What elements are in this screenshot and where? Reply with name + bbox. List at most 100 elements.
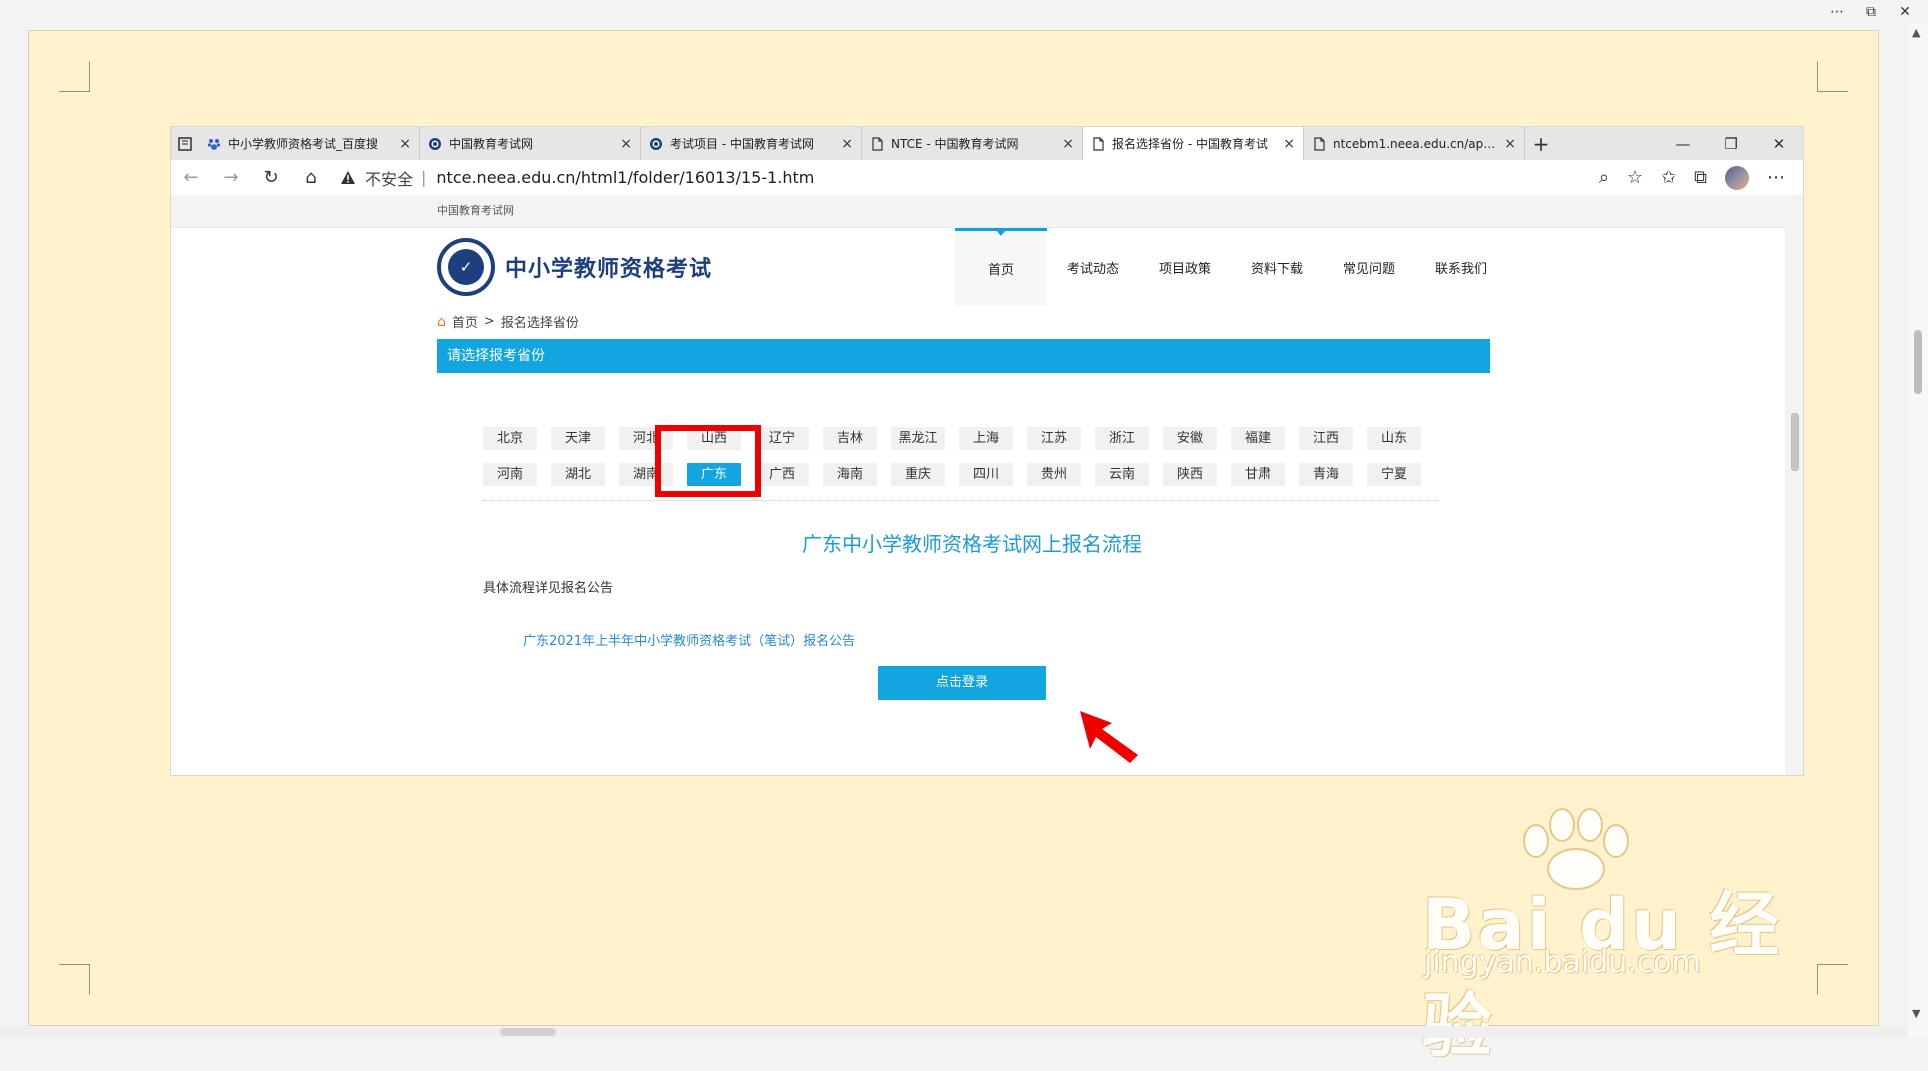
corner-mark-bottom-right: [1817, 964, 1848, 995]
tab-close-icon[interactable]: ×: [399, 136, 411, 152]
home-icon[interactable]: ⌂: [291, 160, 331, 195]
tab-close-icon[interactable]: ×: [841, 136, 853, 152]
highlight-box: [655, 425, 761, 497]
watermark-sub: jingyan.baidu.com: [1424, 945, 1701, 980]
announcement-link[interactable]: 广东2021年上半年中小学教师资格考试（笔试）报名公告: [523, 630, 1593, 649]
page-icon: [870, 136, 884, 151]
province-button[interactable]: 上海: [959, 427, 1013, 450]
province-button[interactable]: 江苏: [1027, 427, 1081, 450]
nav-faq[interactable]: 常见问题: [1323, 228, 1415, 306]
process-title: 广东中小学教师资格考试网上报名流程: [802, 532, 1142, 556]
site-title: 中小学教师资格考试: [505, 257, 713, 282]
security-label: 不安全: [365, 169, 414, 189]
browser-tab-5[interactable]: ntcebm1.neea.edu.cn/apply ×: [1304, 127, 1525, 160]
breadcrumb-separator: >: [483, 314, 495, 329]
site-logo-icon[interactable]: ✓: [437, 238, 495, 296]
page-scrollbar[interactable]: [1785, 195, 1803, 775]
window-close-icon[interactable]: ✕: [1755, 135, 1803, 153]
browser-tab-0[interactable]: 中小学教师资格考试_百度搜 ×: [199, 127, 420, 160]
corner-mark-top-left: [59, 61, 90, 92]
province-button[interactable]: 广西: [755, 463, 809, 486]
province-button[interactable]: 贵州: [1027, 463, 1081, 486]
province-button[interactable]: 黑龙江: [891, 427, 945, 450]
window-icon[interactable]: ⧉: [1862, 4, 1880, 20]
tab-close-icon[interactable]: ×: [620, 136, 632, 152]
tab-actions-icon[interactable]: [171, 127, 199, 160]
province-button[interactable]: 陕西: [1163, 463, 1217, 486]
province-button[interactable]: 重庆: [891, 463, 945, 486]
favorites-icon[interactable]: ✩: [1661, 167, 1676, 188]
horizontal-scroll-thumb[interactable]: [500, 1028, 556, 1036]
province-button[interactable]: 福建: [1231, 427, 1285, 450]
url-field[interactable]: 不安全 |: [339, 164, 1591, 191]
home-icon: ⌂: [437, 313, 446, 330]
tab-label: 报名选择省份 - 中国教育考试: [1112, 137, 1268, 151]
url-separator: |: [421, 168, 427, 187]
browser-tab-1[interactable]: 中国教育考试网 ×: [420, 127, 641, 160]
more-icon[interactable]: ⋯: [1767, 167, 1785, 188]
province-button[interactable]: 浙江: [1095, 427, 1149, 450]
browser-window: 中小学教师资格考试_百度搜 × 中国教育考试网 × 考试项目 - 中国教育考试网…: [171, 127, 1803, 775]
province-button[interactable]: 海南: [823, 463, 877, 486]
province-button[interactable]: 山东: [1367, 427, 1421, 450]
favorite-star-icon[interactable]: ☆: [1627, 167, 1643, 188]
province-button[interactable]: 辽宁: [755, 427, 809, 450]
forward-icon[interactable]: →: [211, 160, 251, 195]
close-icon[interactable]: ✕: [1896, 4, 1914, 20]
more-horizontal-icon[interactable]: ⋯: [1828, 4, 1846, 20]
page-scroll-thumb[interactable]: [1791, 413, 1799, 471]
scroll-down-icon[interactable]: ▼: [1912, 1007, 1920, 1020]
province-button[interactable]: 青海: [1299, 463, 1353, 486]
province-button[interactable]: 吉林: [823, 427, 877, 450]
province-button[interactable]: 河南: [483, 463, 537, 486]
browser-toolbar-right: ⌕ ☆ ✩ ⧉ ⋯: [1599, 165, 1803, 190]
browser-tab-3[interactable]: NTCE - 中国教育考试网 ×: [862, 127, 1083, 160]
detail-text: 具体流程详见报名公告: [483, 581, 614, 596]
site-top-label: 中国教育考试网: [437, 204, 514, 217]
tab-label: 中国教育考试网: [449, 137, 534, 151]
back-icon[interactable]: ←: [171, 160, 211, 195]
avatar[interactable]: [1725, 165, 1749, 190]
minimize-icon[interactable]: —: [1659, 135, 1707, 153]
province-button[interactable]: 北京: [483, 427, 537, 450]
breadcrumb: ⌂ 首页 > 报名选择省份: [437, 312, 1507, 332]
tab-close-icon[interactable]: ×: [1504, 136, 1516, 152]
zoom-icon[interactable]: ⌕: [1599, 167, 1609, 188]
province-row-2: 河南 湖北 湖南 广东 广西 海南 重庆 四川 贵州 云南 陕西 甘肃 青海 宁…: [483, 463, 1553, 486]
site-logo-icon: [649, 137, 663, 151]
page-icon: [1091, 136, 1105, 151]
collections-icon[interactable]: ⧉: [1694, 167, 1707, 188]
document-scrollbar[interactable]: ▲ ▼: [1908, 24, 1928, 1038]
nav-news[interactable]: 考试动态: [1047, 228, 1139, 306]
browser-tab-4[interactable]: 报名选择省份 - 中国教育考试 ×: [1083, 127, 1304, 160]
breadcrumb-home[interactable]: 首页: [452, 312, 478, 331]
province-button[interactable]: 四川: [959, 463, 1013, 486]
horizontal-scrollbar[interactable]: [0, 1026, 1908, 1038]
tab-close-icon[interactable]: ×: [1062, 136, 1074, 152]
refresh-icon[interactable]: ↻: [251, 160, 291, 195]
province-button[interactable]: 甘肃: [1231, 463, 1285, 486]
new-tab-button[interactable]: +: [1525, 127, 1557, 160]
login-button[interactable]: 点击登录: [878, 666, 1046, 700]
nav-contact[interactable]: 联系我们: [1415, 228, 1507, 306]
browser-tab-2[interactable]: 考试项目 - 中国教育考试网 ×: [641, 127, 862, 160]
province-button[interactable]: 江西: [1299, 427, 1353, 450]
scroll-up-icon[interactable]: ▲: [1912, 26, 1920, 39]
document-scroll-thumb[interactable]: [1914, 330, 1922, 394]
top-right-controls: ⋯ ⧉ ✕: [1828, 0, 1928, 24]
nav-home[interactable]: 首页: [955, 228, 1047, 306]
watermark: Bai du 经验 jingyan.baidu.com: [1422, 807, 1792, 1067]
province-button[interactable]: 云南: [1095, 463, 1149, 486]
nav-policy[interactable]: 项目政策: [1139, 228, 1231, 306]
site-logo-icon: [428, 137, 442, 151]
url-input[interactable]: [434, 167, 819, 188]
province-button[interactable]: 天津: [551, 427, 605, 450]
province-button[interactable]: 安徽: [1163, 427, 1217, 450]
tab-close-icon[interactable]: ×: [1283, 136, 1295, 152]
nav-downloads[interactable]: 资料下载: [1231, 228, 1323, 306]
web-page: 中国教育考试网 ✓ 中小学教师资格考试 首页 考试动态 项目政策 资料下载 常见…: [171, 195, 1803, 775]
restore-icon[interactable]: ❐: [1707, 135, 1755, 153]
province-button[interactable]: 湖北: [551, 463, 605, 486]
province-button[interactable]: 宁夏: [1367, 463, 1421, 486]
page-icon: [1312, 136, 1326, 151]
